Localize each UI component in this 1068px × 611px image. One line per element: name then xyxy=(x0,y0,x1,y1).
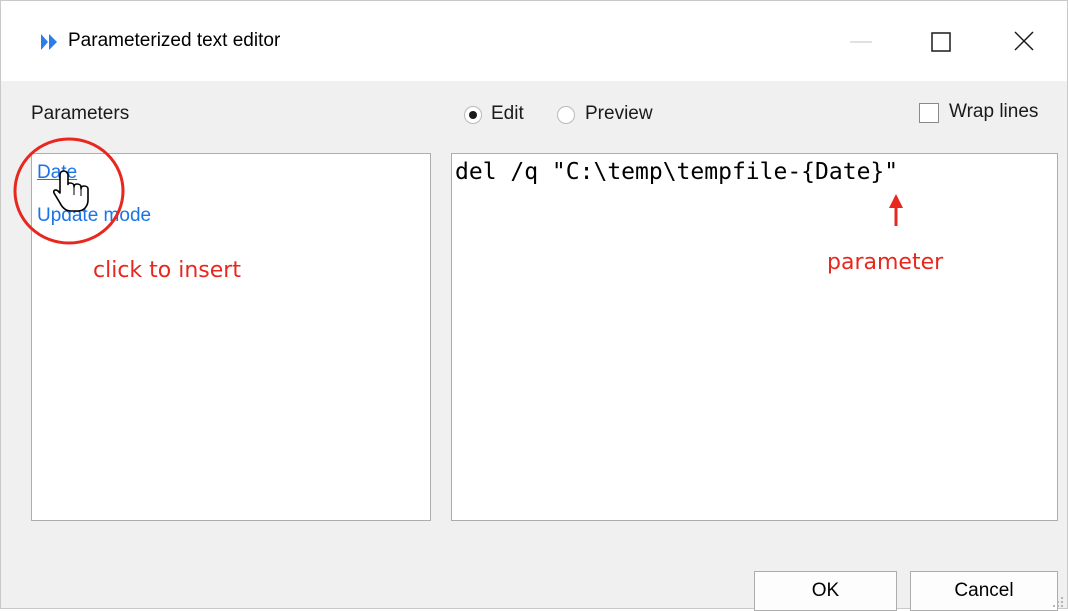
minimize-icon xyxy=(850,41,872,43)
dialog-window: Parameterized text editor Parameters Edi… xyxy=(0,0,1068,611)
parameter-link-date[interactable]: Date xyxy=(37,162,77,184)
window-title: Parameterized text editor xyxy=(68,30,281,51)
text-editor[interactable] xyxy=(451,153,1058,521)
edit-radio-label[interactable]: Edit xyxy=(491,103,524,125)
radio-selected-dot xyxy=(469,111,477,119)
ok-button[interactable]: OK xyxy=(754,571,897,611)
parameters-heading: Parameters xyxy=(31,103,130,124)
title-bar: Parameterized text editor xyxy=(1,1,1067,81)
click-to-insert-annotation: click to insert xyxy=(93,258,241,283)
preview-radio[interactable] xyxy=(557,106,575,124)
parameter-link-update-mode[interactable]: Update mode xyxy=(37,205,151,227)
cancel-button[interactable]: Cancel xyxy=(910,571,1058,611)
maximize-button[interactable] xyxy=(908,1,974,81)
minimize-button[interactable] xyxy=(828,1,894,81)
app-icon xyxy=(41,34,57,50)
preview-radio-label[interactable]: Preview xyxy=(585,103,653,125)
wrap-lines-label[interactable]: Wrap lines xyxy=(949,101,1038,123)
wrap-lines-checkbox[interactable] xyxy=(919,103,939,123)
parameter-annotation: parameter xyxy=(827,250,944,275)
edit-radio[interactable] xyxy=(464,106,482,124)
close-icon xyxy=(1014,31,1034,51)
close-button[interactable] xyxy=(991,1,1057,81)
maximize-icon xyxy=(931,32,951,52)
editor-content[interactable]: del /q "C:\temp\tempfile-{Date}" xyxy=(455,159,898,185)
